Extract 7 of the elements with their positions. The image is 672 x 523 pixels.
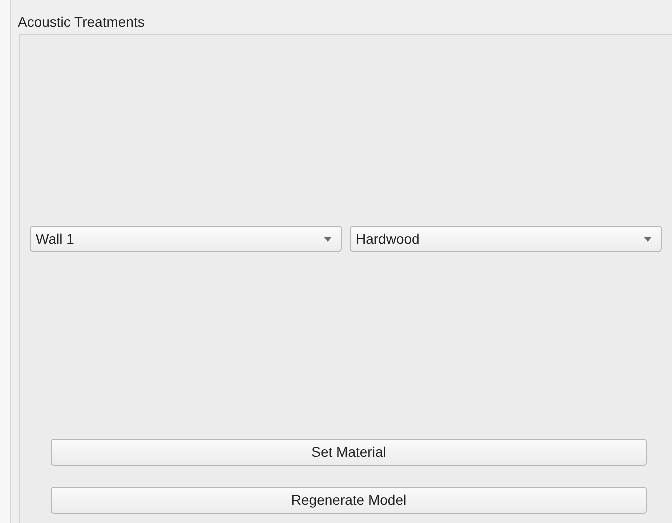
dropdown[interactable]: Hardwood: [350, 226, 662, 252]
caret-icon: [324, 236, 332, 242]
action-button[interactable]: Regenerate Model: [51, 487, 647, 514]
caret-icon: [644, 236, 652, 242]
group-title: Acoustic Treatments: [18, 13, 145, 31]
dropdown[interactable]: Wall 1: [30, 226, 342, 252]
action-button[interactable]: Set Material: [51, 439, 647, 466]
